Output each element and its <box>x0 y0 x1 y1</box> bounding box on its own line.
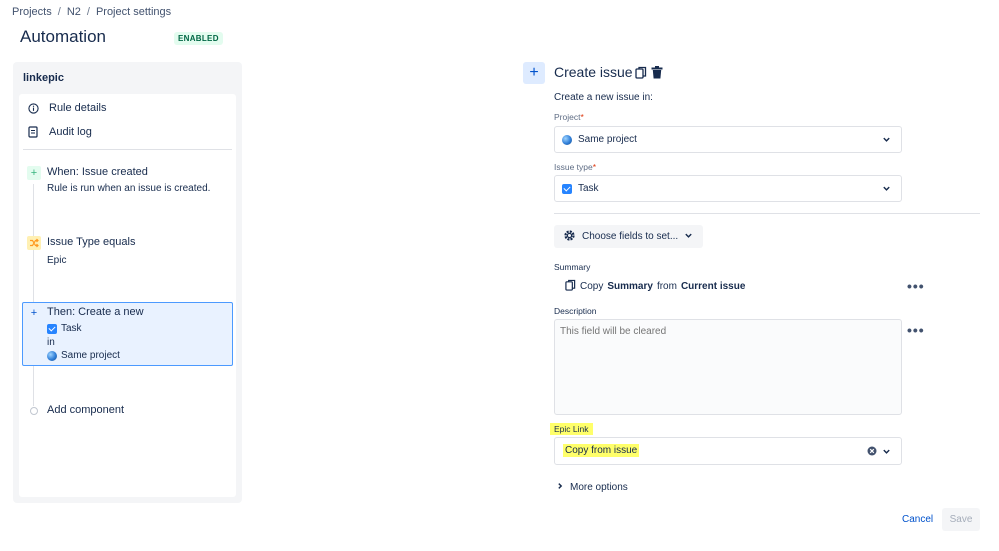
add-component-label: Add component <box>47 404 125 416</box>
trash-icon[interactable] <box>651 66 663 82</box>
chevron-down-icon <box>684 231 693 243</box>
divider <box>554 213 980 214</box>
add-component-button[interactable]: Add component <box>27 404 231 418</box>
project-select-value: Same project <box>578 134 637 145</box>
rule-component-list: Rule details Audit log + When: Issue cre… <box>19 94 236 497</box>
action-description: Create a new issue in: <box>554 92 653 103</box>
component-project: Same project <box>47 350 120 361</box>
status-badge: ENABLED <box>174 32 223 45</box>
chevron-right-icon <box>556 482 564 493</box>
issue-type-select[interactable]: Task <box>554 175 902 202</box>
info-icon <box>27 102 39 114</box>
description-field-label: Description <box>554 306 597 316</box>
required-marker: * <box>592 162 597 172</box>
plus-icon: + <box>27 166 41 180</box>
gear-icon <box>563 229 576 245</box>
summary-more-actions-button[interactable]: ••• <box>907 279 925 293</box>
issue-type-select-value: Task <box>578 183 599 194</box>
chevron-down-icon <box>882 135 891 147</box>
breadcrumb-project[interactable]: N2 <box>67 6 81 18</box>
duplicate-icon[interactable] <box>635 66 647 82</box>
project-label-text: Project <box>554 112 581 122</box>
summary-field-label: Summary <box>554 262 591 272</box>
rule-name: linkepic <box>23 72 64 84</box>
audit-log-link[interactable]: Audit log <box>27 126 92 138</box>
summary-value: Copy Summary from Current issue <box>565 279 745 294</box>
page-title: Automation <box>20 27 106 46</box>
breadcrumb-project-settings[interactable]: Project settings <box>96 6 171 18</box>
project-field-label: Project* <box>554 112 584 122</box>
epic-link-field-label: Epic Link <box>550 423 593 435</box>
more-options-toggle[interactable]: More options <box>556 482 628 493</box>
chevron-down-icon <box>882 184 891 196</box>
condition-issue-type[interactable]: Issue Type equals Epic <box>27 236 231 270</box>
project-avatar-icon <box>562 134 572 145</box>
epic-link-value: Copy from issue <box>563 444 640 457</box>
component-subtitle: Epic <box>47 255 67 266</box>
action-title: Create issue <box>554 64 633 80</box>
rule-details-link[interactable]: Rule details <box>27 102 106 114</box>
project-select[interactable]: Same project <box>554 126 902 153</box>
breadcrumb-separator: / <box>57 6 61 18</box>
summary-copy-text: Copy <box>580 281 604 292</box>
divider <box>23 149 232 150</box>
summary-source: Current issue <box>680 281 746 292</box>
copy-icon <box>565 279 576 294</box>
epic-link-select[interactable]: Copy from issue <box>554 437 902 465</box>
component-subtitle: Rule is run when an issue is created. <box>47 183 211 194</box>
chevron-down-icon <box>882 447 891 459</box>
task-checkbox-icon <box>562 183 572 194</box>
clear-icon[interactable] <box>867 446 877 459</box>
task-checkbox-icon <box>47 323 57 334</box>
issue-type-field-label: Issue type* <box>554 162 596 172</box>
rule-panel: linkepic Rule details Audit log + When: … <box>13 62 242 503</box>
summary-from-text: from <box>656 281 677 292</box>
description-textarea[interactable] <box>554 319 902 415</box>
component-issue-type: Task <box>47 323 82 334</box>
component-title: When: Issue created <box>47 166 148 178</box>
component-title: Then: Create a new <box>47 306 144 318</box>
breadcrumb: Projects / N2 / Project settings <box>12 6 171 18</box>
issue-type-label-text: Issue type <box>554 162 593 172</box>
add-action-button[interactable]: + <box>523 62 545 84</box>
audit-log-label: Audit log <box>49 126 92 138</box>
trigger-issue-created[interactable]: + When: Issue created Rule is run when a… <box>27 166 231 200</box>
summary-field-name: Summary <box>607 281 653 292</box>
rule-details-label: Rule details <box>49 102 107 114</box>
component-title: Issue Type equals <box>47 236 136 248</box>
required-marker: * <box>580 112 584 122</box>
plus-icon: + <box>30 307 38 319</box>
more-options-label: More options <box>570 482 628 493</box>
flow-connector <box>33 184 34 406</box>
cancel-button[interactable]: Cancel <box>902 514 933 525</box>
shuffle-icon <box>27 236 41 250</box>
component-joiner: in <box>47 337 55 348</box>
breadcrumb-projects[interactable]: Projects <box>12 6 52 18</box>
description-more-actions-button[interactable]: ••• <box>907 323 925 337</box>
choose-fields-label: Choose fields to set... <box>582 231 679 242</box>
save-button[interactable]: Save <box>942 508 980 531</box>
choose-fields-button[interactable]: Choose fields to set... <box>554 225 703 248</box>
issue-type-value: Task <box>61 323 82 334</box>
project-value: Same project <box>61 350 120 361</box>
action-create-issue-content[interactable]: + Then: Create a new Task in Same projec… <box>27 306 231 366</box>
breadcrumb-separator: / <box>86 6 90 18</box>
project-avatar-icon <box>47 350 57 361</box>
add-component-dot-icon <box>27 404 41 418</box>
audit-log-icon <box>27 126 39 138</box>
